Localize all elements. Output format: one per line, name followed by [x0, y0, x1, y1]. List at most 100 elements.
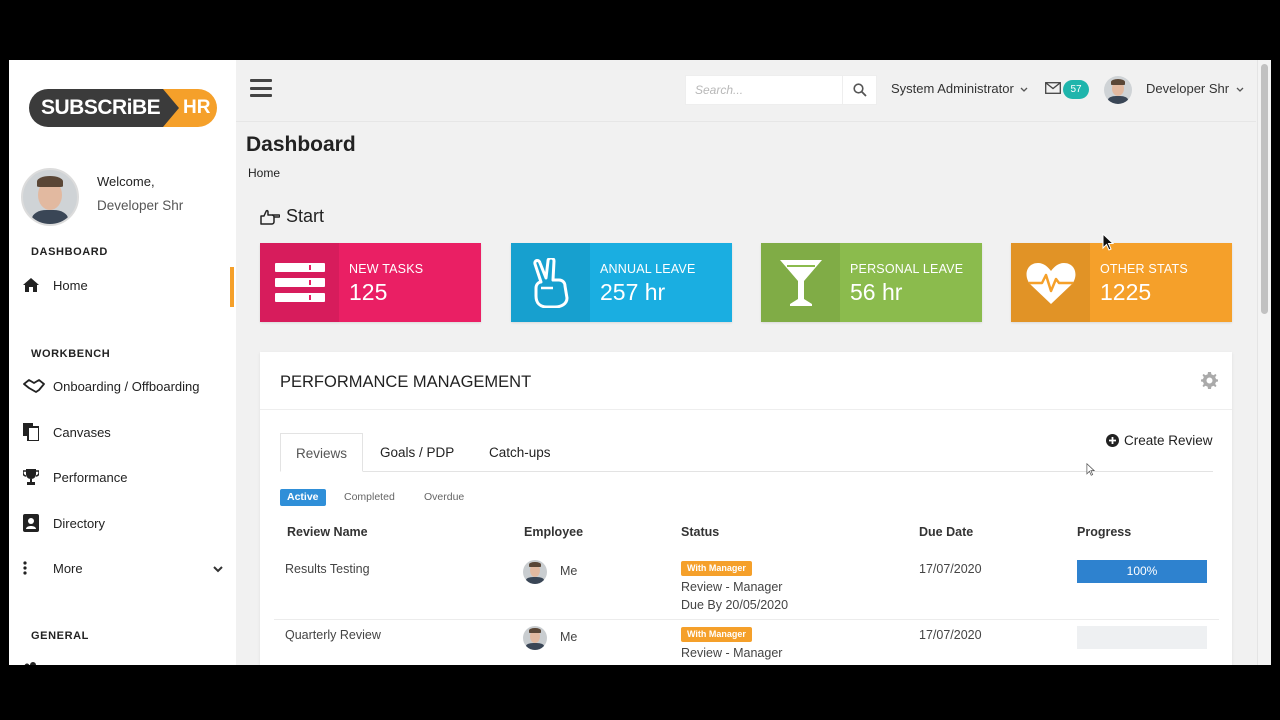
welcome-text: Welcome, [97, 174, 155, 189]
mail-button[interactable] [1045, 81, 1061, 99]
sidebar-item-label: More [53, 560, 83, 576]
section-label-general: GENERAL [31, 630, 89, 642]
user-menu-label: Developer Shr [1146, 81, 1230, 96]
sidebar-item-canvases[interactable]: Canvases [23, 420, 223, 444]
filter-overdue[interactable]: Overdue [417, 489, 471, 506]
employee-name: Me [560, 564, 578, 578]
status-line: Review - Manager [681, 580, 783, 594]
stat-card-personal-leave[interactable]: PERSONAL LEAVE 56 hr [761, 243, 982, 322]
breadcrumb[interactable]: Home [248, 166, 280, 180]
stat-label: OTHER STATS [1100, 262, 1188, 276]
list-icon [260, 243, 339, 322]
mail-count-badge: 57 [1063, 80, 1089, 99]
plus-circle-icon [1106, 434, 1119, 447]
row-divider [274, 619, 1219, 620]
create-review-label: Create Review [1124, 433, 1213, 448]
column-header-status[interactable]: Status [681, 525, 719, 539]
stat-value: 1225 [1100, 279, 1152, 305]
search-button[interactable] [843, 75, 877, 105]
sidebar-item-label: Home [53, 277, 88, 293]
stat-value: 56 hr [850, 279, 903, 305]
envelope-icon [1045, 82, 1061, 94]
panel-title: PERFORMANCE MANAGEMENT [280, 373, 532, 391]
sidebar-item-general-first[interactable] [23, 656, 223, 665]
brand-logo[interactable]: SUBSCRiBE HR [29, 89, 217, 127]
page-scrollbar[interactable] [1257, 60, 1271, 665]
contact-card-icon [23, 514, 53, 532]
avatar[interactable] [21, 168, 79, 226]
column-header-due-date[interactable]: Due Date [919, 525, 973, 539]
sidebar-item-label: Performance [53, 469, 128, 485]
due-date: 17/07/2020 [919, 628, 982, 642]
user-menu[interactable]: Developer Shr [1146, 81, 1244, 96]
performance-panel: PERFORMANCE MANAGEMENT Create Review Rev… [260, 352, 1232, 665]
stat-card-new-tasks[interactable]: NEW TASKS 125 [260, 243, 481, 322]
status-line: Review - Manager [681, 646, 783, 660]
sidebar-item-more[interactable]: More [23, 556, 223, 580]
start-heading: Start [260, 206, 324, 227]
status-due-line: Due By 20/05/2020 [681, 598, 789, 612]
tab-goals-pdp[interactable]: Goals / PDP [365, 433, 469, 472]
sidebar-item-onboarding[interactable]: Onboarding / Offboarding [23, 374, 223, 398]
role-menu[interactable]: System Administrator [891, 81, 1028, 96]
page-title: Dashboard [246, 133, 356, 156]
progress-bar [1077, 626, 1207, 649]
create-review-button[interactable]: Create Review [1106, 433, 1213, 448]
status-badge: With Manager [681, 561, 752, 576]
app-window: SUBSCRiBE HR Welcome, Developer Shr DASH… [9, 60, 1271, 665]
pointing-hand-icon [260, 209, 280, 225]
column-header-employee[interactable]: Employee [524, 525, 583, 539]
sidebar-item-directory[interactable]: Directory [23, 511, 223, 535]
brand-logo-subscribe: SUBSCRiBE [29, 89, 179, 127]
tab-reviews[interactable]: Reviews [280, 433, 364, 472]
gear-icon[interactable] [1201, 372, 1218, 394]
status-badge: With Manager [681, 627, 752, 642]
topbar: System Administrator 57 Developer Shr [236, 60, 1256, 122]
user-avatar[interactable] [1104, 76, 1132, 104]
vertical-dots-icon [23, 561, 53, 575]
cocktail-icon [761, 243, 840, 322]
stat-value: 257 hr [600, 279, 666, 305]
role-menu-label: System Administrator [891, 81, 1014, 96]
stat-value: 125 [349, 279, 388, 305]
heartbeat-icon [1011, 243, 1090, 322]
tab-catch-ups[interactable]: Catch-ups [474, 433, 566, 472]
stat-card-annual-leave[interactable]: ANNUAL LEAVE 257 hr [511, 243, 732, 322]
sidebar-item-home[interactable]: Home [23, 273, 223, 297]
search-input[interactable] [685, 75, 843, 105]
progress-bar: 100% [1077, 560, 1207, 583]
column-header-progress[interactable]: Progress [1077, 525, 1131, 539]
due-date: 17/07/2020 [919, 562, 982, 576]
start-heading-label: Start [286, 206, 325, 226]
stat-card-other-stats[interactable]: OTHER STATS 1225 [1011, 243, 1232, 322]
search-icon [852, 83, 867, 97]
handshake-icon [23, 379, 53, 393]
column-header-review-name[interactable]: Review Name [287, 525, 368, 539]
review-name[interactable]: Results Testing [285, 562, 370, 576]
progress-fill: 100% [1077, 560, 1207, 583]
filter-active[interactable]: Active [280, 489, 326, 506]
trophy-icon [23, 469, 53, 485]
home-icon [23, 278, 53, 292]
sidebar-item-performance[interactable]: Performance [23, 465, 223, 489]
section-label-dashboard: DASHBOARD [31, 246, 108, 258]
chevron-down-icon [1020, 87, 1028, 92]
section-label-workbench: WORKBENCH [31, 348, 111, 360]
filter-completed[interactable]: Completed [337, 489, 402, 506]
avatar [523, 560, 547, 584]
copy-icon [23, 423, 53, 441]
review-name[interactable]: Quarterly Review [285, 628, 381, 642]
welcome-user-name: Developer Shr [97, 198, 184, 213]
avatar [523, 626, 547, 650]
employee-name: Me [560, 630, 578, 644]
chevron-down-icon [213, 561, 223, 576]
peace-hand-icon [511, 243, 590, 322]
sidebar-item-label: Onboarding / Offboarding [53, 378, 200, 394]
hamburger-menu-icon[interactable] [250, 79, 272, 97]
panel-header: PERFORMANCE MANAGEMENT [260, 352, 1232, 410]
mouse-cursor-icon [1086, 462, 1096, 481]
stat-label: NEW TASKS [349, 262, 424, 276]
sidebar-item-label: Canvases [53, 424, 111, 440]
scroll-thumb[interactable] [1261, 64, 1268, 314]
sidebar: SUBSCRiBE HR Welcome, Developer Shr DASH… [9, 60, 236, 665]
